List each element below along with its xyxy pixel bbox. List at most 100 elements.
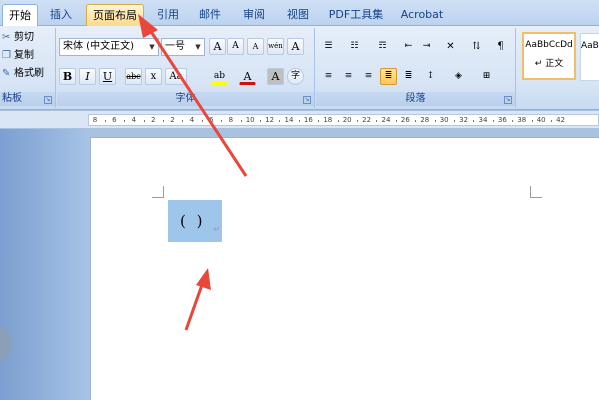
align-center-icon[interactable]: ≡: [340, 68, 357, 85]
sort-icon[interactable]: ⇅: [468, 38, 485, 55]
ruler-tick-label: 30: [439, 116, 449, 124]
ruler-tick-mark: [279, 120, 281, 122]
font-launcher-icon[interactable]: ↘: [303, 96, 311, 104]
tab-acrobat[interactable]: Acrobat: [396, 4, 448, 26]
document-page[interactable]: [90, 137, 599, 400]
enclose-characters-button[interactable]: 字: [287, 68, 304, 85]
ruler-tick-mark: [337, 120, 339, 122]
show-marks-icon[interactable]: ¶: [492, 38, 509, 55]
ruler-tick-mark: [492, 120, 494, 122]
ruler-tick-mark: [453, 120, 455, 122]
paragraph-group: ☰ ☷ ☶ ⇤ ⇥ ✕ ⇅ ¶ ≡ ≡ ≡ ≣ ≣ ↕ ◈ ⊞ 段落 ↘: [316, 28, 516, 108]
style-next[interactable]: AaBbC: [580, 33, 599, 81]
ruler-tick-label: 36: [497, 116, 507, 124]
tab-home[interactable]: 开始: [2, 4, 38, 26]
ruler-tick-mark: [240, 120, 242, 122]
ruler-tick-label: 8: [92, 116, 98, 124]
tab-mailings[interactable]: 邮件: [192, 4, 228, 26]
align-left-icon[interactable]: ≡: [320, 68, 337, 85]
font-name-value: 宋体 (中文正文): [63, 41, 134, 52]
ruler-tick-mark: [434, 120, 436, 122]
paragraph-launcher-icon[interactable]: ↘: [504, 96, 512, 104]
borders-icon[interactable]: ⊞: [478, 68, 495, 85]
tab-view[interactable]: 视图: [280, 4, 316, 26]
ruler-tick-mark: [259, 120, 261, 122]
style-normal-name: 正文: [545, 59, 564, 69]
ruler-tick-label: 10: [245, 116, 255, 124]
ruler-tick-label: 28: [420, 116, 430, 124]
ruler-tick-mark: [124, 120, 126, 122]
tab-pdf-tools[interactable]: PDF工具集: [324, 4, 388, 26]
clear-format-button[interactable]: A: [247, 38, 264, 55]
font-size-combo[interactable]: 一号 ▼: [161, 38, 205, 56]
ruler-strip[interactable]: 8 6 4 2 2 4 6 8 10 12 14 16 18 20 22 24 26 28 30 32 34 36 38 40…: [88, 114, 599, 126]
font-group-label: 字体: [57, 92, 314, 106]
ruler-tick-label: 18: [323, 116, 333, 124]
ruler-tick-label: 2: [170, 116, 175, 124]
phonetic-guide-button[interactable]: wén: [267, 38, 284, 55]
chinese-layout-icon[interactable]: ✕: [442, 38, 459, 55]
format-painter-button[interactable]: ✎ 格式刷: [2, 66, 44, 82]
ruler-tick-mark: [162, 120, 164, 122]
chevron-down-icon: ▼: [195, 43, 201, 51]
ruler-tick-mark: [550, 120, 552, 122]
italic-button[interactable]: I: [79, 68, 96, 85]
ruler-tick-label: 8: [228, 116, 234, 124]
bold-button[interactable]: B: [59, 68, 76, 85]
line-spacing-icon[interactable]: ↕: [422, 68, 439, 85]
grow-font-button[interactable]: A: [209, 38, 226, 55]
cut-button[interactable]: ✂ 剪切: [2, 30, 34, 46]
distributed-icon[interactable]: ≣: [400, 68, 417, 85]
ruler-tick-mark: [104, 120, 106, 122]
selected-text[interactable]: ( ): [180, 212, 205, 230]
font-color-button[interactable]: A: [239, 68, 256, 85]
copy-button[interactable]: ❐ 复制: [2, 48, 34, 64]
ruler-tick-mark: [356, 120, 358, 122]
justify-icon[interactable]: ≣: [380, 68, 397, 85]
tab-references[interactable]: 引用: [150, 4, 186, 26]
ruler-tick-mark: [473, 120, 475, 122]
clipboard-launcher-icon[interactable]: ↘: [44, 96, 52, 104]
bullets-icon[interactable]: ☰: [320, 38, 337, 55]
highlight-color-button[interactable]: ab: [211, 68, 228, 85]
ruler-tick-label: 16: [303, 116, 313, 124]
ruler-tick-label: 40: [536, 116, 546, 124]
character-border-button[interactable]: A: [287, 38, 304, 55]
ruler-tick-mark: [201, 120, 203, 122]
ribbon-tab-bar: 开始 插入 页面布局 引用 邮件 审阅 视图 PDF工具集 Acrobat: [0, 0, 599, 26]
ribbon: ✂ 剪切 ❐ 复制 ✎ 格式刷 粘板 ↘ 宋体 (中文正文) ▼ 一号 ▼ A A A w…: [0, 26, 599, 110]
ruler-tick-mark: [143, 120, 145, 122]
ruler-tick-mark: [531, 120, 533, 122]
numbering-icon[interactable]: ☷: [346, 38, 363, 55]
style-normal[interactable]: AaBbCcDd ↵ 正文: [522, 32, 576, 80]
clipboard-group: ✂ 剪切 ❐ 复制 ✎ 格式刷 粘板 ↘: [0, 28, 56, 108]
multilevel-list-icon[interactable]: ☶: [374, 38, 391, 55]
subscript-button[interactable]: x: [145, 68, 162, 85]
crop-mark-top-left: [152, 186, 164, 198]
horizontal-ruler: 8 6 4 2 2 4 6 8 10 12 14 16 18 20 22 24 26 28 30 32 34 36 38 40…: [0, 111, 599, 129]
underline-button[interactable]: U: [99, 68, 116, 85]
ruler-tick-label: 6: [112, 116, 117, 124]
ruler-tick-mark: [182, 120, 184, 122]
font-size-value: 一号: [165, 41, 185, 52]
styles-group: AaBbCcDd ↵ 正文 AaBbC: [518, 28, 599, 108]
strikethrough-button[interactable]: abc: [125, 68, 142, 85]
paragraph-mark: ↵: [213, 225, 221, 235]
align-right-icon[interactable]: ≡: [360, 68, 377, 85]
ruler-tick-label: 32: [459, 116, 469, 124]
decrease-indent-icon[interactable]: ⇤: [400, 38, 417, 55]
tab-page-layout[interactable]: 页面布局: [86, 4, 144, 26]
character-shading-button[interactable]: A: [267, 68, 284, 85]
ruler-tick-mark: [318, 120, 320, 122]
ruler-tick-label: 20: [342, 116, 352, 124]
copy-icon: ❐: [2, 50, 11, 61]
increase-indent-icon[interactable]: ⇥: [418, 38, 435, 55]
change-case-button[interactable]: Aa: [165, 68, 187, 85]
font-name-combo[interactable]: 宋体 (中文正文) ▼: [59, 38, 159, 56]
ruler-tick-label: 4: [131, 116, 137, 124]
tab-insert[interactable]: 插入: [42, 4, 80, 26]
tab-review[interactable]: 审阅: [236, 4, 272, 26]
shrink-font-button[interactable]: A: [227, 38, 244, 55]
shading-icon[interactable]: ◈: [450, 68, 467, 85]
crop-mark-top-right: [530, 186, 542, 198]
